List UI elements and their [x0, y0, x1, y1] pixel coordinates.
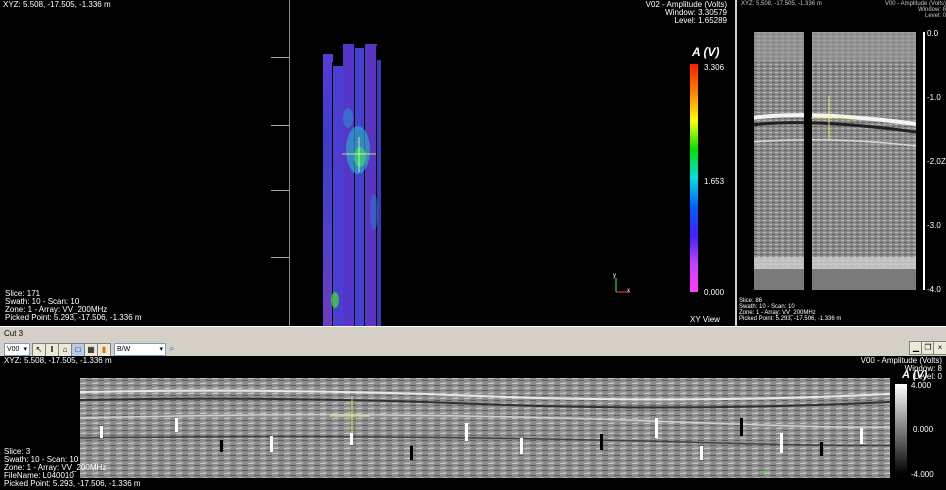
xy-amplitude-slice-image[interactable]: [318, 42, 388, 326]
xy-legend-min: 0.000: [704, 288, 725, 297]
cut-color-legend-bar: [895, 384, 907, 474]
side-depth-tick-1: -1.0: [927, 93, 941, 102]
side-depth-tick-0: 0.0: [927, 29, 939, 38]
side-depth-tick-4: -4.0: [927, 285, 941, 294]
grid-view-icon[interactable]: ▦: [84, 343, 98, 357]
side-profile-panel[interactable]: XYZ: 5.508, -17.505, -1.336 m V00 - Ampl…: [735, 0, 946, 326]
cut-info-picked-point: Picked Point: 5.293, -17.506, -1.336 m: [4, 479, 141, 488]
side-profile-radargram-image[interactable]: [751, 32, 916, 290]
cut-profile-radargram-image[interactable]: [80, 378, 890, 478]
magnify-icon[interactable]: ⌕: [166, 343, 178, 355]
side-depth-axis: [923, 32, 925, 290]
cut-legend-min: -4.000: [911, 470, 934, 479]
cut-toolbar: Cut 3 V00 ↖ ‖ ⌂ □ ▦ ▮ B/W ⌕ ▁ ❐ ×: [0, 326, 946, 357]
palette-icon[interactable]: ▮: [97, 343, 111, 357]
pick-arrow-icon[interactable]: ↖: [32, 343, 46, 357]
xy-axis-tick: [271, 190, 289, 191]
side-depth-tick-3: -3.0: [927, 221, 941, 230]
cut-coords-readout: XYZ: 5.508, -17.505, -1.336 m: [4, 356, 112, 365]
xy-color-legend-bar: [690, 64, 698, 292]
cut-legend-max: 4.000: [911, 381, 932, 390]
cut-legend-title: A (V): [902, 369, 928, 381]
side-level: Level: 0: [924, 13, 946, 19]
xy-view-panel[interactable]: XYZ: 5.508, -17.505, -1.336 m V02 - Ampl…: [0, 0, 735, 326]
side-info-picked-point: Picked Point: 5.293, -17.506, -1.336 m: [739, 316, 842, 322]
xy-legend-mid: 1.653: [704, 177, 725, 186]
home-icon[interactable]: ⌂: [58, 343, 72, 357]
xy-coords-readout: XYZ: 5.508, -17.505, -1.336 m: [3, 0, 111, 9]
xy-level: Level: 1.65289: [674, 16, 728, 25]
side-coords-readout: XYZ: 5.508, -17.505, -1.336 m: [741, 1, 822, 7]
xy-axis-tick: [271, 257, 289, 258]
color-scheme-select[interactable]: B/W: [114, 343, 166, 356]
side-axis-z-label: Z: [941, 157, 946, 166]
xy-info-picked-point: Picked Point: 5.293, -17.506, -1.336 m: [5, 313, 142, 322]
close-panel-icon[interactable]: ×: [933, 341, 946, 355]
box-view-icon[interactable]: □: [71, 343, 85, 357]
bars-icon[interactable]: ‖: [45, 343, 59, 357]
xy-view-label: XY View: [690, 315, 720, 324]
xy-axis-tick: [271, 57, 289, 58]
xy-legend-title: A (V): [692, 45, 720, 59]
xy-axis-y-label: y: [613, 273, 616, 279]
xy-axis-tick: [271, 125, 289, 126]
xy-axis-line: [289, 0, 290, 326]
cut-legend-mid: 0.000: [913, 425, 934, 434]
xy-axis-x-label: x: [627, 288, 630, 294]
xy-legend-max: 3.306: [704, 63, 725, 72]
channel-select[interactable]: V00: [4, 343, 30, 356]
side-depth-tick-2: -2.0: [927, 157, 941, 166]
cut-label: Cut 3: [4, 329, 24, 338]
cut-profile-panel[interactable]: XYZ: 5.508, -17.505, -1.336 m V00 - Ampl…: [0, 356, 946, 490]
